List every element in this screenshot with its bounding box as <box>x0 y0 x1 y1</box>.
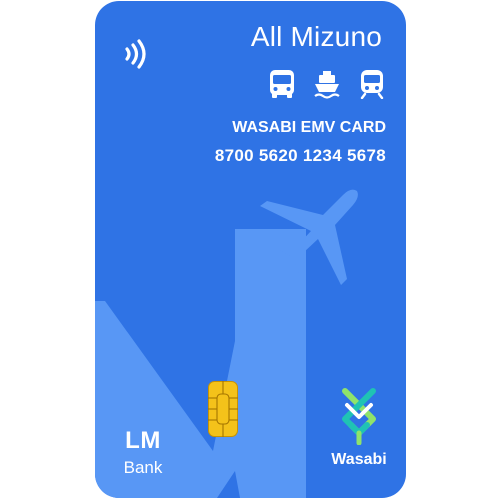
card-type-label: WASABI EMV CARD <box>232 119 386 136</box>
bus-icon <box>268 69 296 99</box>
bank-logo-name: Bank <box>123 458 163 477</box>
train-icon <box>358 69 386 100</box>
wasabi-logo-icon <box>342 388 376 445</box>
payment-card: All Mizuno WASABI EMV CARD 8700 5620 123… <box>95 1 406 498</box>
ferry-icon <box>313 69 341 99</box>
bank-logo: LM Bank <box>117 428 169 479</box>
bank-logo-mark: LM <box>125 427 161 454</box>
network-name: Wasabi <box>331 451 387 468</box>
card-number: 8700 5620 1234 5678 <box>214 146 386 165</box>
transit-icons <box>268 69 386 100</box>
network-logo: Wasabi <box>323 387 395 469</box>
cardholder-name: All Mizuno <box>250 21 382 52</box>
emv-chip-icon <box>208 381 238 437</box>
contactless-icon <box>125 39 146 69</box>
